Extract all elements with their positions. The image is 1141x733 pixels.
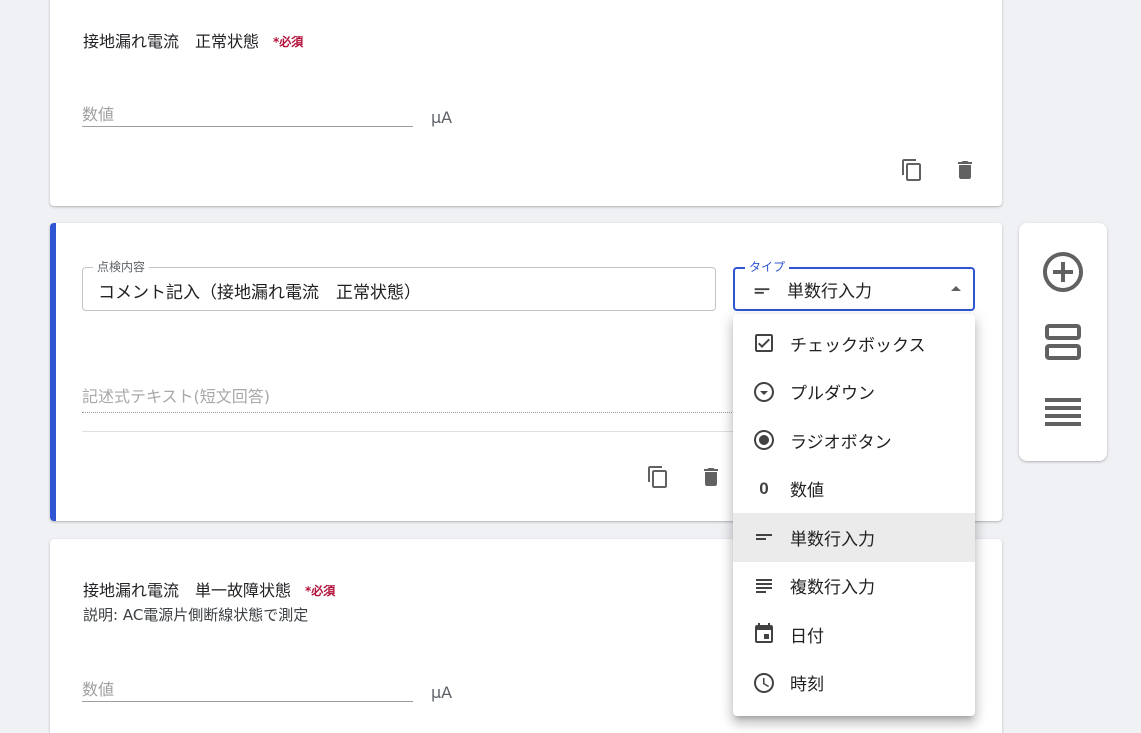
question-title: 接地漏れ電流 正常状態 *必須 <box>83 28 303 52</box>
short-answer-placeholder: 記述式テキスト(短文回答) <box>82 387 271 406</box>
delete-button[interactable] <box>697 463 725 491</box>
menu-item-label: ラジオボタン <box>790 432 892 453</box>
copy-icon <box>902 159 921 181</box>
menu-item-label: 単数行入力 <box>790 529 875 550</box>
number-placeholder: 数値 <box>82 105 115 124</box>
checkbox-icon <box>752 331 776 355</box>
copy-icon <box>648 466 667 488</box>
calendar-icon <box>752 622 776 646</box>
short-text-icon <box>752 525 776 549</box>
menu-item-label: 数値 <box>790 481 824 502</box>
question-title-text: 接地漏れ電流 正常状態 <box>83 32 260 51</box>
add-section-button[interactable] <box>1038 317 1088 367</box>
number-zero-icon: 0 <box>759 478 769 498</box>
menu-item-radio[interactable]: ラジオボタン <box>733 416 975 465</box>
menu-item-multi-line[interactable]: 複数行入力 <box>733 562 975 611</box>
reorder-icon <box>1045 398 1081 426</box>
short-text-icon <box>751 280 773 306</box>
add-circle-icon <box>1043 252 1083 292</box>
menu-item-label: 時刻 <box>790 675 824 696</box>
unit-label: μA <box>431 108 453 127</box>
copy-button[interactable] <box>644 463 672 491</box>
divider <box>82 431 762 432</box>
question-card-normal-leak[interactable]: 接地漏れ電流 正常状態 *必須 数値 μA <box>50 0 1002 206</box>
unit-label: μA <box>431 683 453 702</box>
menu-item-pulldown[interactable]: プルダウン <box>733 368 975 417</box>
multi-line-icon <box>752 574 776 598</box>
menu-item-label: 複数行入力 <box>790 578 875 599</box>
question-title-text: 接地漏れ電流 単一故障状態 <box>83 581 292 600</box>
radio-button-icon <box>752 428 776 452</box>
menu-item-label: 日付 <box>790 626 824 647</box>
trash-icon <box>958 161 972 179</box>
menu-item-label: プルダウン <box>790 384 875 405</box>
menu-item-time[interactable]: 時刻 <box>733 659 975 708</box>
number-input[interactable]: 数値 <box>82 97 413 127</box>
content-field-value: コメント記入（接地漏れ電流 正常状態） <box>98 283 421 303</box>
type-select[interactable]: タイプ 単数行入力 <box>733 259 975 311</box>
menu-item-checkbox[interactable]: チェックボックス <box>733 319 975 368</box>
question-title: 接地漏れ電流 単一故障状態 *必須 <box>83 577 335 601</box>
side-toolbar <box>1019 223 1107 461</box>
type-select-label: タイプ <box>745 259 790 275</box>
content-field[interactable]: 点検内容 コメント記入（接地漏れ電流 正常状態） <box>82 259 716 311</box>
type-select-value: 単数行入力 <box>787 282 872 302</box>
menu-item-short-text[interactable]: 単数行入力 <box>733 513 975 562</box>
content-field-label: 点検内容 <box>93 259 150 275</box>
arrow-up-icon <box>951 286 961 291</box>
add-question-button[interactable] <box>1038 247 1088 297</box>
menu-item-date[interactable]: 日付 <box>733 610 975 659</box>
short-answer-field: 記述式テキスト(短文回答) <box>82 371 762 413</box>
question-description: 説明: AC電源片側断線状態で測定 <box>83 606 309 624</box>
section-icon <box>1045 324 1081 360</box>
trash-icon <box>704 468 718 486</box>
number-placeholder: 数値 <box>82 680 115 699</box>
copy-button[interactable] <box>898 156 926 184</box>
delete-button[interactable] <box>951 156 979 184</box>
reorder-button[interactable] <box>1038 387 1088 437</box>
required-marker: *必須 <box>305 584 336 598</box>
menu-item-number[interactable]: 0 数値 <box>733 465 975 514</box>
dropdown-circle-icon <box>752 380 776 404</box>
clock-icon <box>752 671 776 695</box>
menu-item-label: チェックボックス <box>790 335 926 356</box>
number-input[interactable]: 数値 <box>82 672 413 702</box>
type-dropdown-menu: チェックボックス プルダウン ラジオボタン 0 数値 単数行入力 複数行入力 日… <box>733 314 975 716</box>
required-marker: *必須 <box>273 35 304 49</box>
